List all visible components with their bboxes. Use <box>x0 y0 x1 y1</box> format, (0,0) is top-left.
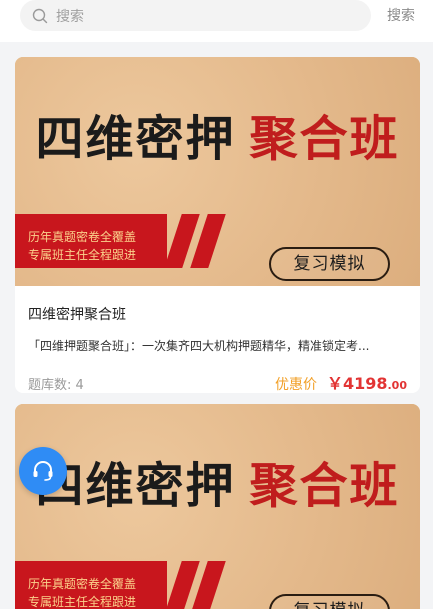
price-label: 优惠价 <box>274 377 317 393</box>
search-icon <box>32 8 48 23</box>
course-card[interactable]: 四维密押聚合班 历年真题密卷全覆盖 专属班主任全程跟进 复习模拟 <box>15 404 420 609</box>
course-description: 「四维押题聚合班」：一次集齐四大机构押题精华，精准锁定考... <box>28 339 370 353</box>
headset-icon <box>33 461 53 481</box>
review-simulation-button[interactable]: 复习模拟 <box>269 594 390 609</box>
banner-tag-line: 专属班主任全程跟进 <box>28 595 137 609</box>
price-decimal: .00 <box>387 379 408 392</box>
banner-title-accent: 聚合班 <box>249 111 400 167</box>
banner-title: 四维密押 聚合班 <box>15 99 420 169</box>
search-placeholder: 搜索 <box>56 8 84 25</box>
top-search-bar: 搜索 搜索 <box>0 0 433 42</box>
course-info: 四维密押聚合班 「四维押题聚合班」：一次集齐四大机构押题精华，精准锁定考... … <box>15 304 420 393</box>
question-bank-count: 题库数: 4 <box>28 378 84 393</box>
banner-title-accent: 聚合班 <box>249 458 400 514</box>
banner-title: 四维密押 聚合班 <box>15 446 420 516</box>
review-simulation-button[interactable]: 复习模拟 <box>269 247 390 281</box>
price-integer: 4198 <box>342 374 388 393</box>
search-button[interactable]: 搜索 <box>387 5 415 25</box>
course-banner: 四维密押聚合班 历年真题密卷全覆盖 专属班主任全程跟进 复习模拟 <box>15 404 420 609</box>
price-value: ￥4198.00 <box>327 374 407 393</box>
customer-service-button[interactable] <box>19 447 67 495</box>
search-input[interactable]: 搜索 <box>20 0 371 31</box>
course-title: 四维密押聚合班 <box>28 307 126 323</box>
course-meta-row: 题库数: 4 优惠价 ￥4198.00 <box>28 370 407 393</box>
banner-tag-line: 专属班主任全程跟进 <box>28 248 137 262</box>
banner-title-main: 四维密押 <box>35 111 236 167</box>
price-currency: ￥ <box>326 374 343 393</box>
price-block: 优惠价 ￥4198.00 <box>275 370 407 393</box>
banner-tag-line: 历年真题密卷全覆盖 <box>28 230 137 244</box>
course-card[interactable]: 四维密押 聚合班 历年真题密卷全覆盖 专属班主任全程跟进 复习模拟 四维密押聚合班… <box>15 57 420 393</box>
banner-tag-line: 历年真题密卷全覆盖 <box>28 577 137 591</box>
course-banner: 四维密押聚合班 历年真题密卷全覆盖 专属班主任全程跟进 复习模拟 <box>15 57 420 286</box>
